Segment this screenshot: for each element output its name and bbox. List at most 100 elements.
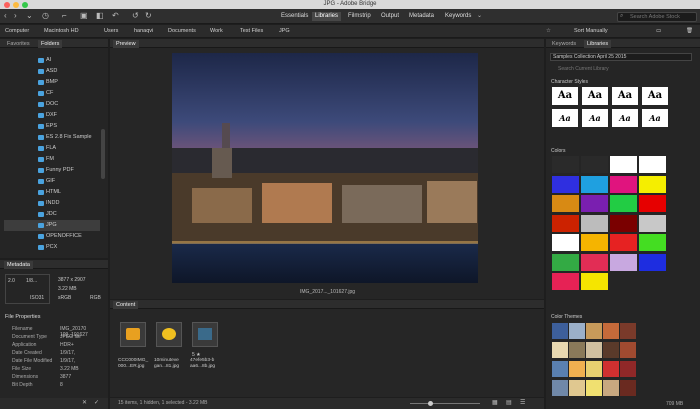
- breadcrumb-test-files[interactable]: Test Files: [240, 28, 263, 35]
- list-view-icon[interactable]: ☰: [520, 399, 525, 406]
- theme-color-swatch[interactable]: [603, 380, 619, 396]
- theme-color-swatch[interactable]: [620, 323, 636, 339]
- color-themes-heading[interactable]: Color Themes: [551, 314, 582, 320]
- color-swatch[interactable]: [552, 156, 579, 173]
- theme-color-swatch[interactable]: [620, 380, 636, 396]
- color-swatch[interactable]: [581, 234, 608, 251]
- theme-color-swatch[interactable]: [586, 342, 602, 358]
- folder-item[interactable]: ES 2.8 Fix Sample: [4, 132, 100, 143]
- thumb-size-handle[interactable]: [428, 401, 433, 406]
- theme-color-swatch[interactable]: [620, 342, 636, 358]
- refine-icon[interactable]: ◧: [96, 11, 104, 21]
- new-folder-icon[interactable]: ▭: [656, 28, 661, 35]
- color-swatch[interactable]: [639, 156, 666, 173]
- library-select[interactable]: Samples Collection April 25 2015: [550, 53, 692, 61]
- back-icon[interactable]: ‹: [4, 11, 7, 21]
- folder-item[interactable]: JDC: [4, 209, 100, 220]
- character-style-swatch[interactable]: Aa: [612, 109, 638, 127]
- minimize-window-button[interactable]: [13, 2, 19, 8]
- color-swatch[interactable]: [552, 234, 579, 251]
- theme-color-swatch[interactable]: [586, 361, 602, 377]
- thumb-size-slider[interactable]: [410, 403, 480, 404]
- color-swatch[interactable]: [552, 175, 579, 193]
- theme-color-swatch[interactable]: [569, 361, 585, 377]
- tab-preview[interactable]: Preview: [113, 40, 139, 48]
- close-window-button[interactable]: [4, 2, 10, 8]
- color-swatch[interactable]: [581, 214, 608, 232]
- breadcrumb-computer[interactable]: Computer: [5, 28, 29, 35]
- rotate-left-icon[interactable]: ↶: [112, 11, 119, 21]
- library-search[interactable]: Search Current Library: [550, 65, 692, 73]
- theme-color-swatch[interactable]: [552, 342, 568, 358]
- workspace-output[interactable]: Output: [381, 12, 399, 21]
- workspace-libraries[interactable]: Libraries: [312, 12, 342, 21]
- folder-item[interactable]: DXF: [4, 110, 100, 121]
- color-swatch[interactable]: [639, 234, 666, 251]
- theme-color-swatch[interactable]: [552, 380, 568, 396]
- file-properties-heading[interactable]: File Properties: [5, 314, 40, 320]
- folder-item[interactable]: Funny PDF: [4, 165, 100, 176]
- theme-color-swatch[interactable]: [603, 342, 619, 358]
- apply-icon[interactable]: ✓: [94, 399, 99, 406]
- color-swatch[interactable]: [552, 195, 579, 212]
- folder-item[interactable]: ASD: [4, 66, 100, 77]
- folder-item[interactable]: PCX: [4, 242, 100, 253]
- sort-dropdown[interactable]: Sort Manually: [574, 28, 608, 35]
- folder-item[interactable]: DOC: [4, 99, 100, 110]
- folder-item[interactable]: JPG: [4, 220, 100, 231]
- folder-item[interactable]: CF: [4, 88, 100, 99]
- color-swatch[interactable]: [639, 253, 666, 271]
- theme-color-swatch[interactable]: [552, 361, 568, 377]
- color-swatch[interactable]: [639, 195, 666, 212]
- breadcrumb-hd[interactable]: Macintosh HD: [44, 28, 79, 35]
- color-swatch[interactable]: [552, 273, 579, 290]
- theme-color-swatch[interactable]: [552, 323, 568, 339]
- workspace-metadata[interactable]: Metadata: [409, 12, 434, 21]
- character-style-swatch[interactable]: Aa: [552, 87, 578, 105]
- tab-favorites[interactable]: Favorites: [7, 40, 30, 48]
- rotate-cw-icon[interactable]: ↻: [145, 11, 152, 21]
- color-swatch[interactable]: [610, 214, 637, 232]
- color-swatch[interactable]: [581, 253, 608, 271]
- cancel-icon[interactable]: ✕: [82, 399, 87, 406]
- color-swatch[interactable]: [639, 175, 666, 193]
- color-swatch[interactable]: [639, 214, 666, 232]
- workspace-keywords[interactable]: Keywords: [445, 12, 471, 21]
- workspace-menu-icon[interactable]: ⌄: [477, 11, 482, 21]
- recent-icon[interactable]: ◷: [42, 11, 49, 21]
- forward-icon[interactable]: ›: [14, 11, 17, 21]
- theme-color-swatch[interactable]: [620, 361, 636, 377]
- star-filter-icon[interactable]: ☆: [546, 28, 551, 35]
- folder-item[interactable]: OPENOFFICE: [4, 231, 100, 242]
- camera-icon[interactable]: ▣: [80, 11, 88, 21]
- theme-color-swatch[interactable]: [586, 380, 602, 396]
- character-style-swatch[interactable]: Aa: [582, 109, 608, 127]
- workspace-filmstrip[interactable]: Filmstrip: [348, 12, 371, 21]
- color-swatch[interactable]: [610, 175, 637, 193]
- character-styles-heading[interactable]: Character Styles: [551, 79, 588, 85]
- search-input[interactable]: Search Adobe Stock: [617, 12, 697, 22]
- folder-item[interactable]: HTML: [4, 187, 100, 198]
- color-swatch[interactable]: [610, 234, 637, 251]
- color-swatch[interactable]: [581, 175, 608, 193]
- rotate-ccw-icon[interactable]: ↺: [132, 11, 139, 21]
- folder-item[interactable]: FLA: [4, 143, 100, 154]
- theme-color-swatch[interactable]: [569, 380, 585, 396]
- breadcrumb-users[interactable]: Users: [104, 28, 118, 35]
- folders-scrollbar[interactable]: [101, 129, 105, 179]
- tab-content[interactable]: Content: [113, 301, 139, 309]
- content-thumb-2[interactable]: [156, 322, 182, 347]
- color-swatch[interactable]: [581, 273, 608, 290]
- folder-item[interactable]: AI: [4, 55, 100, 66]
- preview-image[interactable]: [172, 53, 478, 283]
- character-style-swatch[interactable]: Aa: [552, 109, 578, 127]
- folder-item[interactable]: FM: [4, 154, 100, 165]
- character-style-swatch[interactable]: Aa: [642, 87, 668, 105]
- breadcrumb-user[interactable]: hanaqvi: [134, 28, 153, 35]
- color-swatch[interactable]: [610, 195, 637, 212]
- theme-color-swatch[interactable]: [569, 342, 585, 358]
- theme-color-swatch[interactable]: [586, 323, 602, 339]
- boomerang-icon[interactable]: ⌐: [62, 11, 67, 21]
- folder-item[interactable]: GIF: [4, 176, 100, 187]
- workspace-essentials[interactable]: Essentials: [281, 12, 308, 21]
